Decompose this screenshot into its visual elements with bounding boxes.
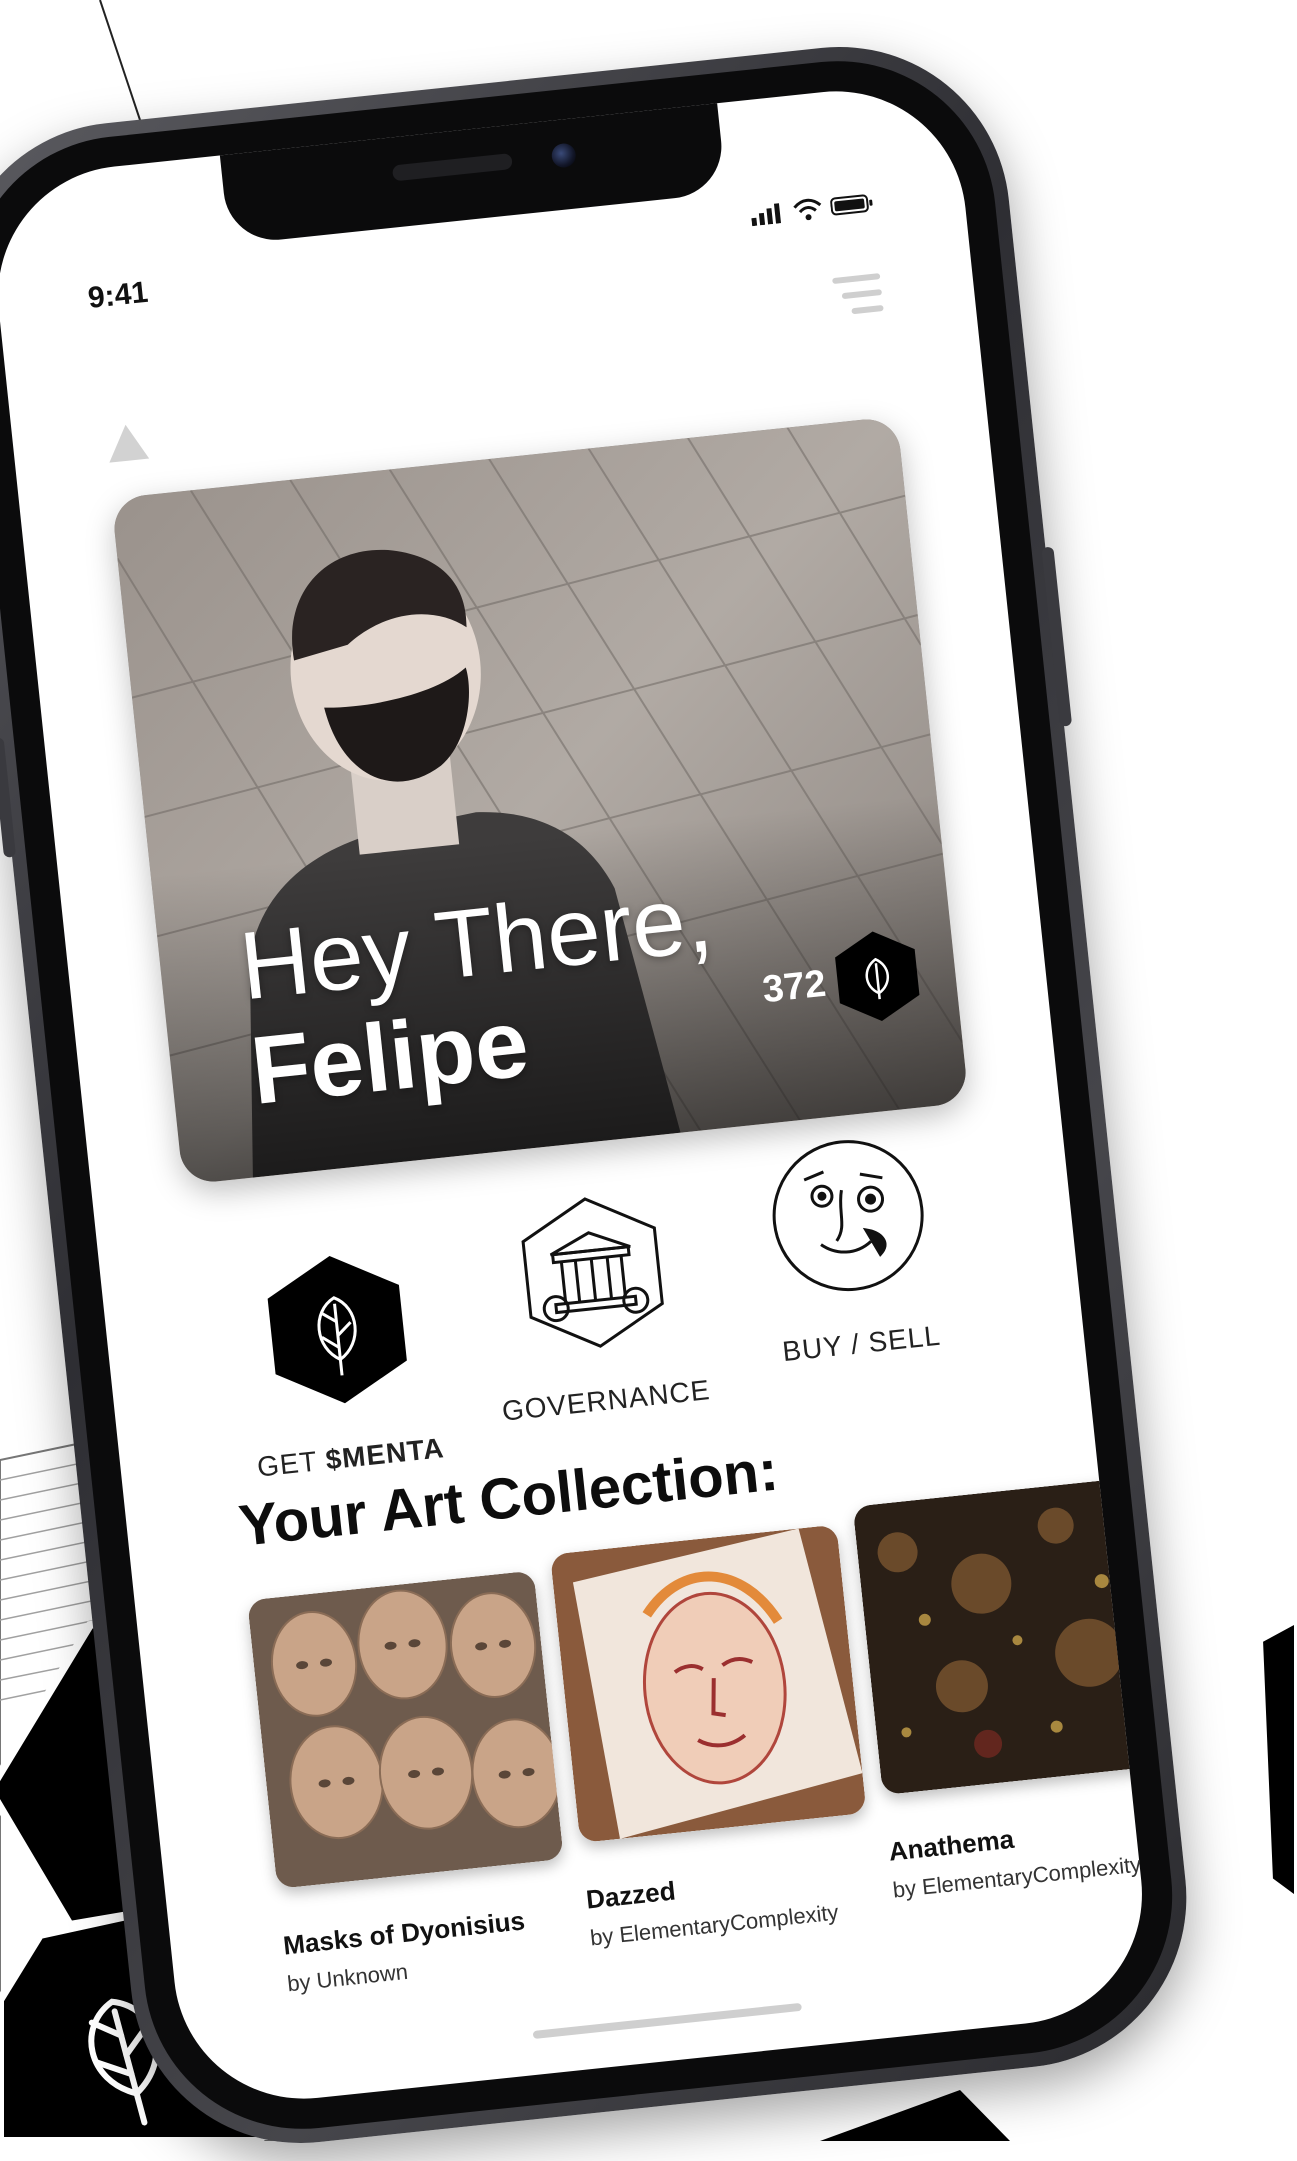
quick-actions: GET $MENTA [205,1143,985,1451]
art-thumbnail [550,1525,867,1844]
leaf-hexagon-icon[interactable] [831,925,924,1027]
leaf-hexagon-icon [249,1242,425,1418]
speaker-grille [392,153,513,181]
governance-label: GOVERNANCE [485,1372,727,1429]
buy-sell-button[interactable]: BUY / SELL [720,1123,982,1372]
menu-button[interactable] [832,273,884,318]
signal-icon [750,201,786,226]
hexagon-tile-3 [1260,1620,1297,1900]
hexagon-tile-4 [820,2090,1010,2141]
wifi-icon [792,197,824,222]
menu-icon [832,273,880,284]
battery-icon [829,191,875,217]
buy-sell-label: BUY / SELL [741,1315,983,1372]
home-indicator[interactable] [533,2003,802,2039]
art-card-masks[interactable]: Masks of Dyonisius by Unknown [247,1570,575,1997]
phone-device: 9:41 [0,30,1203,2160]
face-art-circle-icon [760,1128,936,1304]
front-camera [551,142,577,168]
status-time: 9:41 [86,276,149,316]
governance-button[interactable]: GOVERNANCE [465,1180,727,1429]
art-card-dazzed[interactable]: Dazzed by ElementaryComplexity [550,1525,878,1952]
temple-hexagon-icon [505,1185,681,1361]
get-token-button[interactable]: GET $MENTA [210,1238,472,1487]
triangle-logo-icon[interactable] [103,421,151,465]
app-screen: 9:41 [0,79,1155,2112]
profile-hero-card[interactable]: Hey There, Felipe 372 [111,416,969,1185]
art-collection-carousel[interactable]: Masks of Dyonisius by Unknown [247,1504,1155,1978]
token-balance: 372 [761,963,829,1012]
art-thumbnail [247,1570,564,1889]
status-icons [750,191,876,226]
